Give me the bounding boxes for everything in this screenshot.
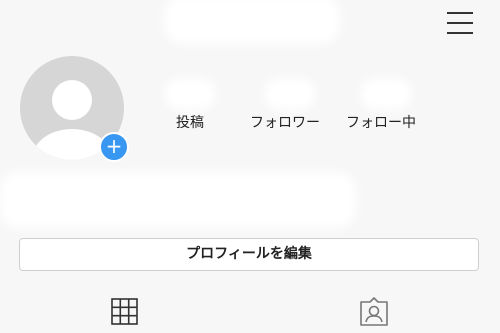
redacted-bio bbox=[8, 180, 348, 220]
redacted-followers-count bbox=[272, 86, 308, 102]
redacted-posts-count bbox=[172, 86, 208, 102]
edit-profile-button[interactable]: プロフィールを編集 bbox=[19, 238, 479, 271]
redacted-following-count bbox=[368, 86, 404, 102]
menu-button[interactable] bbox=[447, 10, 475, 36]
redacted-username bbox=[172, 4, 332, 36]
avatar-head-silhouette bbox=[52, 80, 92, 120]
hamburger-menu-icon bbox=[447, 12, 473, 14]
menu-icon-line bbox=[447, 32, 473, 34]
following-label[interactable]: フォロー中 bbox=[346, 112, 416, 132]
avatar-container[interactable]: + bbox=[20, 56, 129, 162]
followers-label[interactable]: フォロワー bbox=[250, 112, 320, 132]
grid-icon[interactable] bbox=[110, 298, 140, 326]
tagged-person-icon[interactable] bbox=[358, 297, 390, 327]
add-photo-icon[interactable]: + bbox=[99, 132, 129, 162]
menu-icon-line bbox=[447, 22, 473, 24]
posts-label[interactable]: 投稿 bbox=[176, 112, 204, 132]
